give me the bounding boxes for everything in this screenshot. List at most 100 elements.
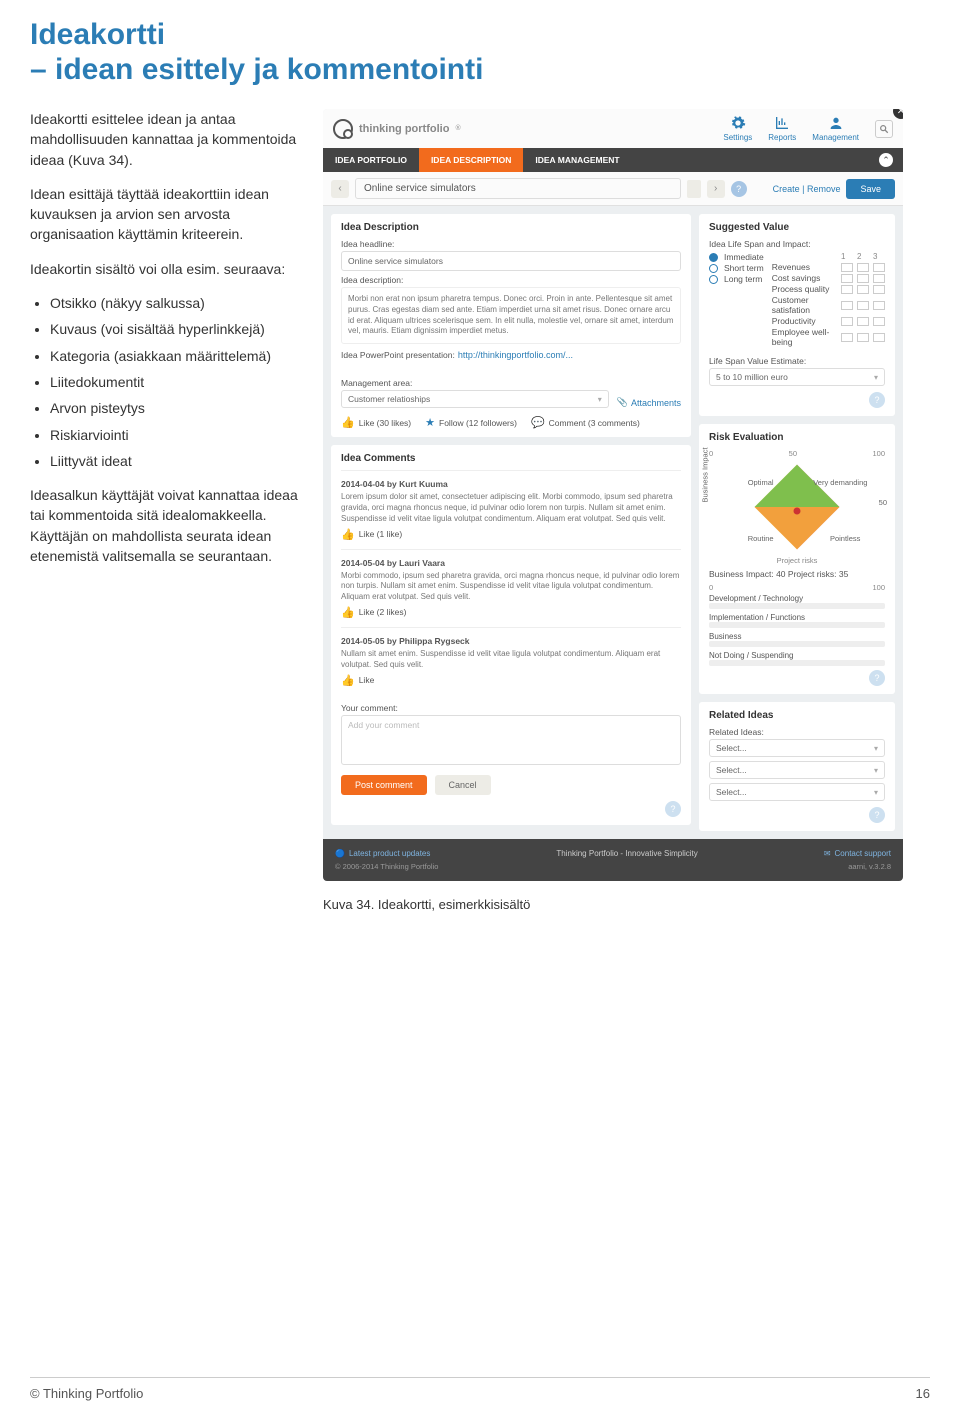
mail-icon: ✉ bbox=[824, 849, 831, 858]
comment-item: 2014-05-05 by Philippa Rygseck Nullam si… bbox=[341, 627, 681, 695]
risk-bar[interactable] bbox=[709, 622, 885, 628]
settings-link[interactable]: Settings bbox=[723, 115, 752, 142]
idea-comments-heading: Idea Comments bbox=[341, 453, 681, 464]
your-comment-input[interactable]: Add your comment bbox=[341, 715, 681, 765]
mgmt-area-select[interactable]: Customer relatioships bbox=[341, 390, 609, 408]
bullet-item: Kategoria (asiakkaan määrittelemä) bbox=[50, 346, 305, 366]
thumb-up-icon: 👍 bbox=[341, 674, 355, 687]
risk-summary: Business Impact: 40 Project risks: 35 bbox=[709, 569, 885, 579]
risk-bar[interactable] bbox=[709, 641, 885, 647]
intro-p2: Idean esittäjä täyttää ideakorttiin idea… bbox=[30, 184, 305, 245]
related-select[interactable]: Select... bbox=[709, 783, 885, 801]
risk-chart: Business Impact Optimal Very demanding R… bbox=[709, 462, 885, 552]
value-row[interactable]: Process quality bbox=[772, 284, 885, 294]
comment-like[interactable]: 👍Like (2 likes) bbox=[341, 606, 681, 619]
left-text-column: Ideakortti esittelee idean ja antaa mahd… bbox=[30, 109, 305, 580]
title-line2: – idean esittely ja kommentointi bbox=[30, 53, 930, 88]
risk-bar[interactable] bbox=[709, 603, 885, 609]
value-row[interactable]: Customer satisfation bbox=[772, 295, 885, 315]
help-icon[interactable]: ? bbox=[869, 392, 885, 408]
intro-p4: Ideasalkun käyttäjät voivat kannattaa id… bbox=[30, 485, 305, 566]
related-select[interactable]: Select... bbox=[709, 761, 885, 779]
risk-evaluation-card: Risk Evaluation 050100 Business Impact O… bbox=[699, 424, 895, 694]
people-icon bbox=[828, 115, 844, 131]
page-footer: © Thinking Portfolio 16 bbox=[30, 1377, 930, 1401]
prev-button[interactable]: ‹ bbox=[331, 180, 349, 198]
brand-logo-icon bbox=[333, 119, 353, 139]
comment-item: 2014-05-04 by Lauri Vaara Morbi commodo,… bbox=[341, 549, 681, 627]
value-row[interactable]: Productivity bbox=[772, 316, 885, 326]
content-bullets: Otsikko (näkyy salkussa) Kuvaus (voi sis… bbox=[30, 293, 305, 471]
next-button[interactable]: › bbox=[707, 180, 725, 198]
tab-idea-management[interactable]: IDEA MANAGEMENT bbox=[523, 148, 631, 172]
intro-p1: Ideakortti esittelee idean ja antaa mahd… bbox=[30, 109, 305, 170]
dropdown-button[interactable] bbox=[687, 180, 701, 198]
mgmt-area-label: Management area: bbox=[341, 378, 609, 388]
related-ideas-card: Related Ideas Related Ideas: Select... S… bbox=[699, 702, 895, 831]
save-button[interactable]: Save bbox=[846, 179, 895, 199]
comment-icon: 💬 bbox=[531, 416, 545, 429]
description-text[interactable]: Morbi non erat non ipsum pharetra tempus… bbox=[341, 287, 681, 344]
thumb-up-icon: 👍 bbox=[341, 416, 355, 429]
suggested-value-heading: Suggested Value bbox=[709, 222, 885, 233]
create-remove-link[interactable]: Create | Remove bbox=[773, 184, 841, 194]
bullet-item: Otsikko (näkyy salkussa) bbox=[50, 293, 305, 313]
bullet-item: Liitedokumentit bbox=[50, 372, 305, 392]
bullet-item: Riskiarviointi bbox=[50, 425, 305, 445]
bullet-item: Liittyvät ideat bbox=[50, 451, 305, 471]
page-title: Ideakortti – idean esittely ja kommentoi… bbox=[30, 18, 930, 87]
risk-bar[interactable] bbox=[709, 660, 885, 666]
help-icon[interactable]: ? bbox=[731, 181, 747, 197]
radio-long-term[interactable]: Long term bbox=[709, 274, 764, 284]
bell-icon: 🔵 bbox=[335, 849, 345, 858]
help-icon[interactable]: ? bbox=[665, 801, 681, 817]
value-row[interactable]: Cost savings bbox=[772, 273, 885, 283]
brand-text: thinking portfolio bbox=[359, 123, 449, 135]
idea-title-input[interactable]: Online service simulators bbox=[355, 178, 681, 199]
value-row[interactable]: Revenues bbox=[772, 262, 885, 272]
version: aarni, v.3.2.8 bbox=[848, 862, 891, 871]
reports-link[interactable]: Reports bbox=[768, 115, 796, 142]
comment-button[interactable]: 💬Comment (3 comments) bbox=[531, 416, 640, 429]
estimate-select[interactable]: 5 to 10 million euro bbox=[709, 368, 885, 386]
headline-input[interactable]: Online service simulators bbox=[341, 251, 681, 271]
tab-idea-description[interactable]: IDEA DESCRIPTION bbox=[419, 148, 523, 172]
radio-short-term[interactable]: Short term bbox=[709, 263, 764, 273]
post-comment-button[interactable]: Post comment bbox=[341, 775, 427, 795]
intro-p3: Ideakortin sisältö voi olla esim. seuraa… bbox=[30, 259, 305, 279]
value-row[interactable]: Employee well-being bbox=[772, 327, 885, 347]
help-icon[interactable]: ? bbox=[869, 807, 885, 823]
comment-item: 2014-04-04 by Kurt Kuuma Lorem ipsum dol… bbox=[341, 470, 681, 548]
thumb-up-icon: 👍 bbox=[341, 528, 355, 541]
footer-center: Thinking Portfolio - Innovative Simplici… bbox=[556, 849, 697, 858]
search-button[interactable] bbox=[875, 120, 893, 138]
comment-like[interactable]: 👍Like (1 like) bbox=[341, 528, 681, 541]
radio-immediate[interactable]: Immediate bbox=[709, 252, 764, 262]
star-icon: ★ bbox=[425, 416, 435, 429]
like-button[interactable]: 👍Like (30 likes) bbox=[341, 416, 411, 429]
ppt-link[interactable]: http://thinkingportfolio.com/... bbox=[458, 350, 573, 360]
updates-link[interactable]: 🔵Latest product updates bbox=[335, 849, 430, 858]
support-link[interactable]: ✉Contact support bbox=[824, 849, 891, 858]
help-icon[interactable]: ? bbox=[869, 670, 885, 686]
related-heading: Related Ideas bbox=[709, 710, 885, 721]
gear-icon bbox=[730, 115, 746, 131]
description-label: Idea description: bbox=[341, 275, 681, 285]
idea-description-card: Idea Description Idea headline: Online s… bbox=[331, 214, 691, 437]
follow-button[interactable]: ★Follow (12 followers) bbox=[425, 416, 517, 429]
headline-label: Idea headline: bbox=[341, 239, 681, 249]
tabs-row: IDEA PORTFOLIO IDEA DESCRIPTION IDEA MAN… bbox=[323, 148, 903, 172]
tab-help[interactable]: ⌃ bbox=[869, 149, 903, 171]
figure-caption: Kuva 34. Ideakortti, esimerkkisisältö bbox=[323, 897, 930, 912]
attachments-link[interactable]: 📎 Attachments bbox=[617, 397, 681, 408]
idea-description-heading: Idea Description bbox=[341, 222, 681, 233]
cancel-comment-button[interactable]: Cancel bbox=[435, 775, 491, 795]
title-line1: Ideakortti bbox=[30, 18, 165, 51]
related-select[interactable]: Select... bbox=[709, 739, 885, 757]
bullet-item: Kuvaus (voi sisältää hyperlinkkejä) bbox=[50, 319, 305, 339]
copyright: © 2006-2014 Thinking Portfolio bbox=[335, 862, 438, 871]
comment-like[interactable]: 👍Like bbox=[341, 674, 681, 687]
tab-idea-portfolio[interactable]: IDEA PORTFOLIO bbox=[323, 148, 419, 172]
management-link[interactable]: Management bbox=[812, 115, 859, 142]
ppt-row: Idea PowerPoint presentation: http://thi… bbox=[341, 350, 681, 360]
